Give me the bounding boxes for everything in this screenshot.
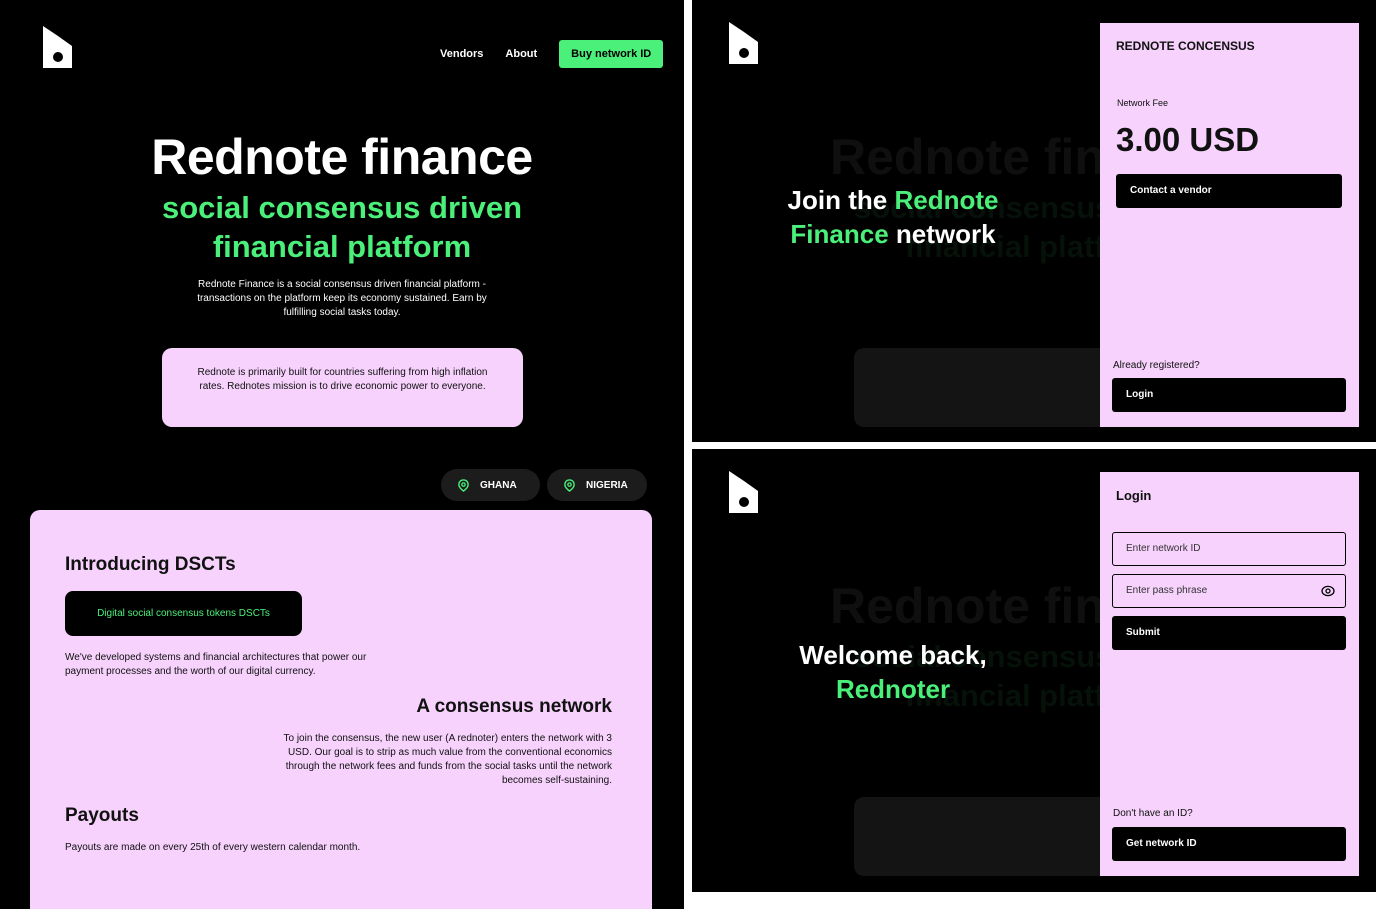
logo-icon[interactable] [729, 471, 758, 513]
network-id-input[interactable]: Enter network ID [1112, 532, 1346, 566]
logo-icon[interactable] [729, 22, 758, 64]
welcome-message: Welcome back, Rednoter [782, 638, 1004, 706]
panel-title: REDNOTE CONCENSUS [1116, 39, 1255, 53]
dsct-heading: Introducing DSCTs [65, 554, 236, 575]
login-panel: Login Enter network ID Enter pass phrase… [1100, 472, 1359, 876]
submit-button[interactable]: Submit [1112, 616, 1346, 650]
get-network-id-button[interactable]: Get network ID [1112, 827, 1346, 861]
contact-vendor-button[interactable]: Contact a vendor [1116, 174, 1342, 208]
login-button[interactable]: Login [1112, 378, 1346, 412]
country-chip-nigeria[interactable]: NIGERIA [547, 469, 647, 501]
country-chip-ghana[interactable]: GHANA [441, 469, 540, 501]
consensus-text: To join the consensus, the new user (A r… [283, 733, 612, 786]
eye-icon[interactable] [1321, 585, 1335, 597]
welcome-line: Welcome back, [799, 640, 987, 670]
info-card: Introducing DSCTs Digital social consens… [30, 510, 652, 909]
join-message: Join the Rednote Finance network [787, 185, 999, 249]
dsct-text: We've developed systems and financial ar… [65, 652, 367, 677]
payouts-heading: Payouts [65, 805, 139, 826]
join-frame: Rednote finance social consensus driven … [692, 0, 1376, 442]
hero-title: Rednote finance [151, 129, 533, 185]
panel-title: Login [1116, 488, 1152, 503]
country-label: GHANA [480, 479, 517, 491]
login-frame: Rednote finance social consensus driven … [692, 449, 1376, 892]
logo-icon[interactable] [43, 26, 72, 68]
consensus-heading: A consensus network [416, 696, 612, 717]
buy-network-id-button[interactable]: Buy network ID [559, 40, 664, 68]
landing-frame: Vendors About Buy network ID Rednote fin… [0, 0, 684, 909]
pass-phrase-placeholder: Enter pass phrase [1126, 585, 1208, 596]
dsct-button[interactable]: Digital social consensus tokens DSCTs [65, 591, 302, 636]
consensus-panel: REDNOTE CONCENSUS Network Fee 3.00 USD C… [1100, 23, 1359, 427]
hero-note-card: Rednote is primarily built for countries… [162, 348, 523, 427]
registered-label: Already registered? [1113, 360, 1200, 371]
fee-label: Network Fee [1117, 98, 1169, 108]
welcome-name: Rednoter [835, 674, 951, 704]
payouts-text: Payouts are made on every 25th of every … [65, 842, 361, 853]
nav-vendors-link[interactable]: Vendors [440, 48, 483, 60]
fee-value: 3.00 USD [1116, 121, 1260, 158]
country-label: NIGERIA [586, 479, 628, 491]
location-pin-icon [564, 478, 575, 492]
hero-subtitle: social consensus driven financial platfo… [161, 190, 523, 264]
location-pin-icon [458, 478, 469, 492]
no-id-label: Don't have an ID? [1113, 808, 1193, 819]
hero-description: Rednote Finance is a social consensus dr… [197, 279, 487, 318]
top-nav: Vendors About Buy network ID [440, 40, 664, 68]
pass-phrase-input[interactable]: Enter pass phrase [1112, 574, 1346, 608]
nav-about-link[interactable]: About [505, 48, 537, 60]
